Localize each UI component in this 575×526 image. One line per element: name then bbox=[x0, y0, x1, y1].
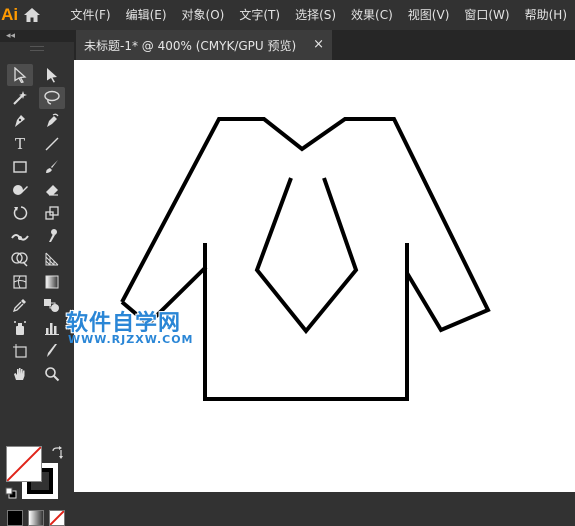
scale-tool-icon[interactable] bbox=[39, 202, 65, 224]
lasso-tool-icon[interactable] bbox=[39, 87, 65, 109]
default-fill-stroke-icon[interactable] bbox=[5, 487, 17, 499]
tools-panel: T bbox=[0, 42, 74, 526]
gradient-tool-icon[interactable] bbox=[39, 271, 65, 293]
hand-tool-icon[interactable] bbox=[7, 363, 33, 385]
menu-items: 文件(F) 编辑(E) 对象(O) 文字(T) 选择(S) 效果(C) 视图(V… bbox=[63, 0, 575, 30]
rectangle-tool-icon[interactable] bbox=[7, 156, 33, 178]
close-icon[interactable]: × bbox=[313, 37, 324, 52]
column-graph-tool-icon[interactable] bbox=[39, 317, 65, 339]
line-segment-tool-icon[interactable] bbox=[39, 133, 65, 155]
collapse-icon[interactable]: ◂◂ bbox=[6, 30, 15, 42]
fill-color-swatch[interactable] bbox=[6, 446, 42, 482]
menu-window[interactable]: 窗口(W) bbox=[457, 0, 517, 30]
panel-collapse-strip[interactable]: ◂◂ bbox=[0, 30, 74, 42]
menu-type[interactable]: 文字(T) bbox=[232, 0, 288, 30]
perspective-grid-tool-icon[interactable] bbox=[39, 248, 65, 270]
eraser-tool-icon[interactable] bbox=[39, 179, 65, 201]
menu-effect[interactable]: 效果(C) bbox=[344, 0, 401, 30]
toolbar-grip[interactable] bbox=[30, 46, 44, 51]
puppet-warp-tool-icon[interactable] bbox=[39, 225, 65, 247]
width-tool-icon[interactable] bbox=[7, 225, 33, 247]
none-mode-button[interactable] bbox=[49, 510, 65, 526]
document-tab-title: 未标题-1* @ 400% (CMYK/GPU 预览) bbox=[84, 38, 297, 53]
selection-tool-icon[interactable] bbox=[7, 64, 33, 86]
document-tab-bar: 未标题-1* @ 400% (CMYK/GPU 预览) × bbox=[74, 30, 575, 60]
shirt-body bbox=[203, 243, 409, 401]
shirt-artwork[interactable] bbox=[74, 60, 575, 492]
color-mode-button[interactable] bbox=[7, 510, 23, 526]
eyedropper-tool-icon[interactable] bbox=[7, 294, 33, 316]
artboard-canvas[interactable] bbox=[74, 60, 575, 492]
gradient-mode-button[interactable] bbox=[28, 510, 44, 526]
menu-view[interactable]: 视图(V) bbox=[401, 0, 458, 30]
menu-help[interactable]: 帮助(H) bbox=[518, 0, 575, 30]
rotate-tool-icon[interactable] bbox=[7, 202, 33, 224]
blend-tool-icon[interactable] bbox=[39, 294, 65, 316]
menu-bar: Ai 文件(F) 编辑(E) 对象(O) 文字(T) 选择(S) 效果(C) 视… bbox=[0, 0, 575, 30]
slice-tool-icon[interactable] bbox=[39, 340, 65, 362]
type-tool-glyph: T bbox=[14, 135, 25, 153]
menu-select[interactable]: 选择(S) bbox=[288, 0, 344, 30]
type-tool-icon[interactable]: T bbox=[7, 133, 33, 155]
paintbrush-tool-icon[interactable] bbox=[39, 156, 65, 178]
watermark-url: WWW.RJZXW.COM bbox=[68, 333, 194, 346]
shaper-tool-icon[interactable] bbox=[7, 179, 33, 201]
direct-selection-tool-icon[interactable] bbox=[39, 64, 65, 86]
artboard-tool-icon[interactable] bbox=[7, 340, 33, 362]
menu-object[interactable]: 对象(O) bbox=[175, 0, 233, 30]
home-icon[interactable] bbox=[23, 0, 41, 30]
document-tab[interactable]: 未标题-1* @ 400% (CMYK/GPU 预览) × bbox=[76, 30, 332, 60]
tie bbox=[254, 177, 359, 335]
menu-edit[interactable]: 编辑(E) bbox=[119, 0, 175, 30]
pen-tool-icon[interactable] bbox=[7, 110, 33, 132]
swap-fill-stroke-icon[interactable] bbox=[50, 446, 64, 460]
curvature-tool-icon[interactable] bbox=[39, 110, 65, 132]
mesh-tool-icon[interactable] bbox=[7, 271, 33, 293]
watermark: 软件自学网 WWW.RJZXW.COM bbox=[66, 305, 216, 347]
zoom-tool-icon[interactable] bbox=[39, 363, 65, 385]
shape-builder-tool-icon[interactable] bbox=[7, 248, 33, 270]
app-logo: Ai bbox=[1, 5, 19, 24]
symbol-sprayer-tool-icon[interactable] bbox=[7, 317, 33, 339]
magic-wand-tool-icon[interactable] bbox=[7, 87, 33, 109]
menu-file[interactable]: 文件(F) bbox=[63, 0, 118, 30]
